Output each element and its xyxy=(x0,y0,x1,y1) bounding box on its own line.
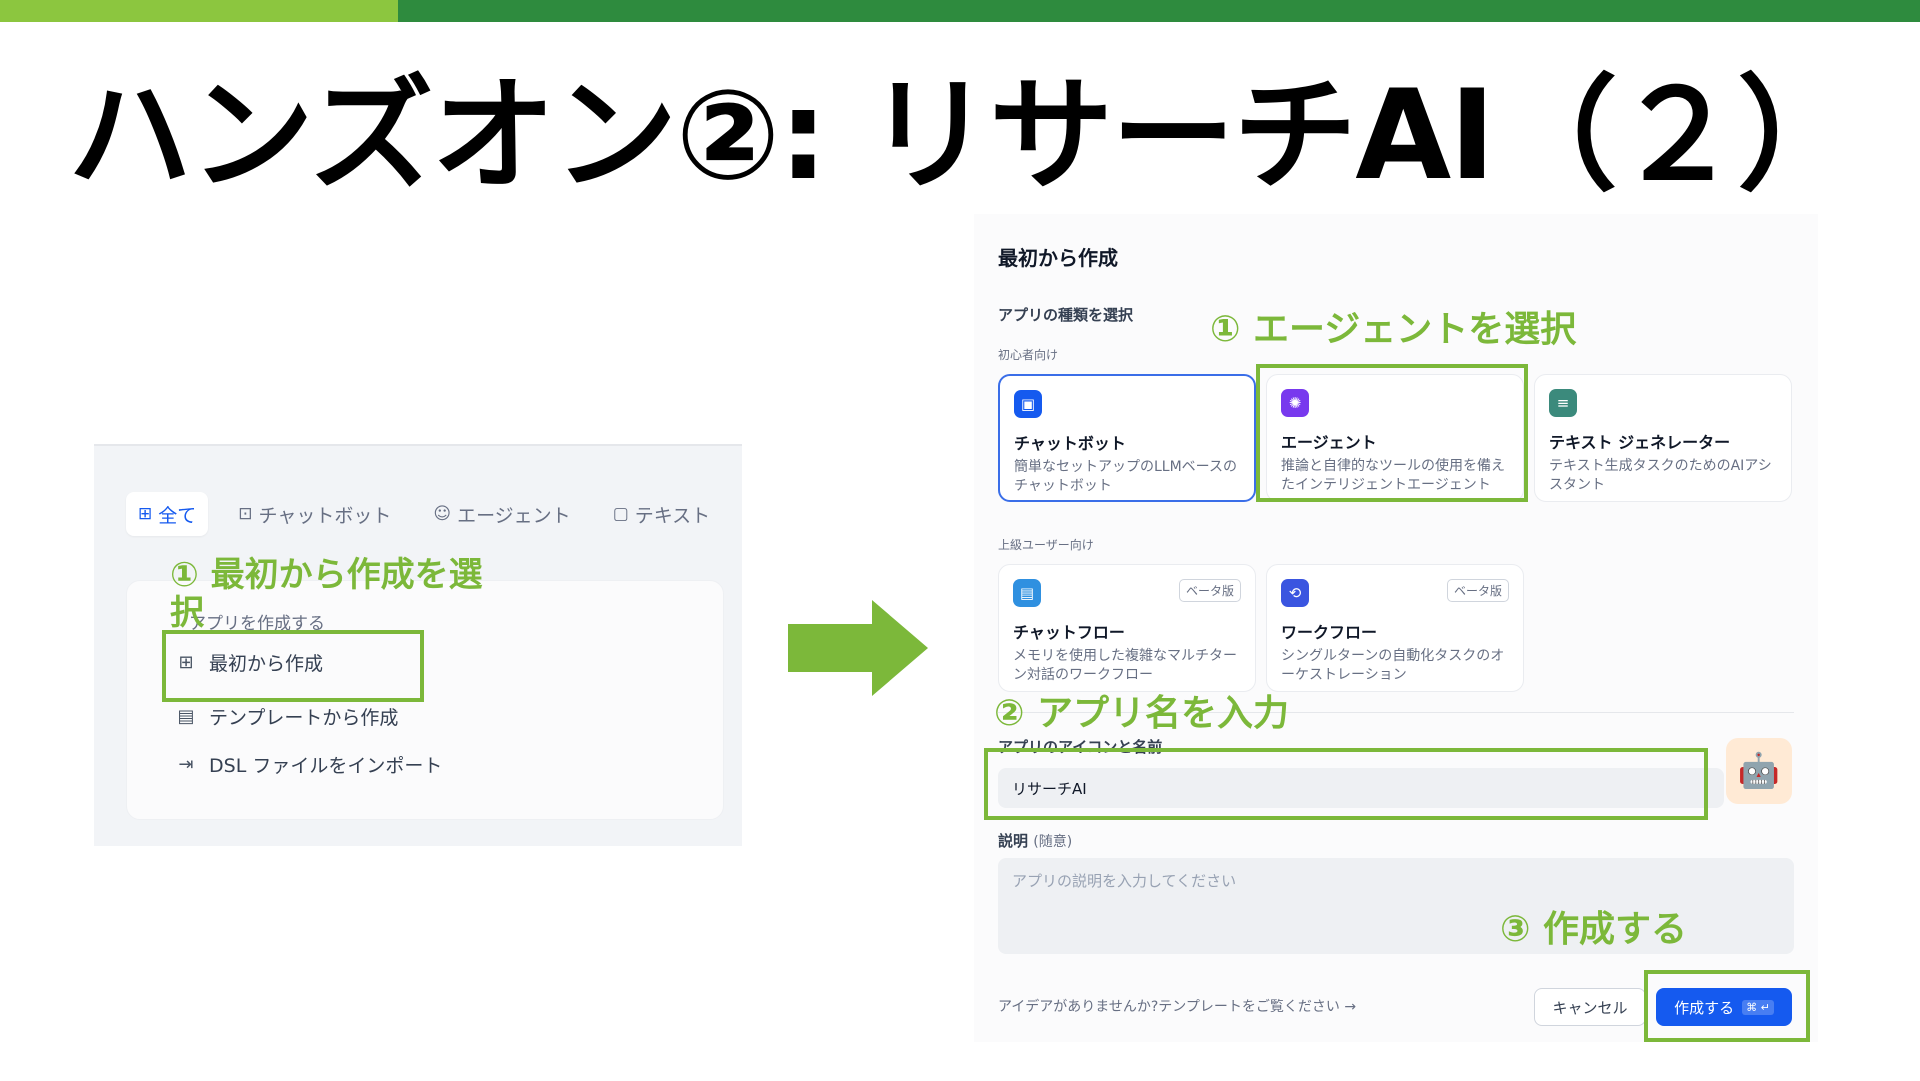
card-workflow[interactable]: ⟲ ベータ版 ワークフロー シングルターンの自動化タスクのオーケストレーション xyxy=(1266,564,1524,692)
desc-optional: (随意) xyxy=(1033,834,1073,850)
menu-item-label: テンプレートから作成 xyxy=(209,707,399,729)
annotation-create-step: ③ 作成する xyxy=(1500,909,1688,950)
section-title: アプリの種類を選択 xyxy=(998,306,1134,324)
annotation-left-step: ① 最初から作成を選択 xyxy=(170,555,483,633)
tab-agent[interactable]: ☺ エージェント xyxy=(421,492,582,536)
template-icon: ▤ xyxy=(177,706,195,727)
highlight-name-input xyxy=(984,748,1708,820)
workflow-icon: ⟲ xyxy=(1281,579,1309,607)
card-desc: メモリを使用した複雑なマルチターン対話のワークフロー xyxy=(1013,648,1237,683)
card-chatbot[interactable]: ▣ チャットボット 簡単なセットアップのLLMベースのチャットボット xyxy=(998,374,1256,502)
arrow-right-icon xyxy=(788,600,928,696)
template-hint-link[interactable]: アイデアがありませんか?テンプレートをご覧ください → xyxy=(998,996,1356,1016)
grid-icon: ⊞ xyxy=(138,504,153,524)
tab-label: エージェント xyxy=(457,504,571,527)
chatbot-icon: ▣ xyxy=(1014,390,1042,418)
tab-all[interactable]: ⊞ 全て xyxy=(126,492,209,536)
cancel-button[interactable]: キャンセル xyxy=(1534,988,1646,1026)
slide-title: ハンズオン②: リサーチAI（２） xyxy=(68,64,1861,208)
advanced-label: 上級ユーザー向け xyxy=(998,538,1094,552)
tab-text[interactable]: ▢ テキスト xyxy=(601,492,723,536)
card-desc: 簡単なセットアップのLLMベースのチャットボット xyxy=(1014,459,1237,494)
tab-label: 全て xyxy=(158,504,197,527)
app-icon-picker[interactable]: 🤖 xyxy=(1726,738,1792,804)
tab-chatbot[interactable]: ⊡ チャットボット xyxy=(226,492,403,536)
beta-badge: ベータ版 xyxy=(1446,579,1509,602)
menu-item-label: DSL ファイルをインポート xyxy=(209,755,443,777)
tab-label: チャットボット xyxy=(258,504,392,527)
desc-field-label: 説明 (随意) xyxy=(998,830,1072,851)
chatbot-icon: ⊡ xyxy=(238,504,253,524)
agent-icon: ☺ xyxy=(433,504,452,524)
card-name: テキスト ジェネレーター xyxy=(1549,433,1731,452)
app-type-tabs: ⊞ 全て ⊡ チャットボット ☺ エージェント ▢ テキスト xyxy=(126,492,722,536)
desc-label-text: 説明 xyxy=(998,832,1029,850)
text-generator-icon: ≡ xyxy=(1549,389,1577,417)
top-accent-bar xyxy=(0,0,1920,22)
beginner-label: 初心者向け xyxy=(998,348,1059,362)
menu-item-import-dsl[interactable]: ⇥ DSL ファイルをインポート xyxy=(175,751,442,778)
annotation-agent-step: ① エージェントを選択 xyxy=(1210,309,1577,350)
top-accent-segment xyxy=(0,0,398,22)
card-text-generator[interactable]: ≡ テキスト ジェネレーター テキスト生成タスクのためのAIアシスタント xyxy=(1534,374,1792,502)
text-icon: ▢ xyxy=(612,504,629,524)
highlight-create-button xyxy=(1644,970,1810,1042)
highlight-create-blank xyxy=(162,630,424,702)
tab-label: テキスト xyxy=(634,504,711,527)
card-desc: テキスト生成タスクのためのAIアシスタント xyxy=(1549,458,1772,493)
card-name: チャットフロー xyxy=(1013,623,1125,642)
card-desc: シングルターンの自動化タスクのオーケストレーション xyxy=(1281,648,1505,683)
menu-item-from-template[interactable]: ▤ テンプレートから作成 xyxy=(175,703,398,730)
annotation-name-step: ② アプリ名を入力 xyxy=(994,693,1290,734)
card-name: ワークフロー xyxy=(1281,623,1378,642)
highlight-agent-card xyxy=(1256,364,1528,502)
chatflow-icon: ▤ xyxy=(1013,579,1041,607)
beta-badge: ベータ版 xyxy=(1178,579,1241,602)
card-chatflow[interactable]: ▤ ベータ版 チャットフロー メモリを使用した複雑なマルチターン対話のワークフロ… xyxy=(998,564,1256,692)
dialog-title: 最初から作成 xyxy=(998,246,1118,270)
import-icon: ⇥ xyxy=(178,754,194,775)
card-name: チャットボット xyxy=(1014,434,1126,453)
